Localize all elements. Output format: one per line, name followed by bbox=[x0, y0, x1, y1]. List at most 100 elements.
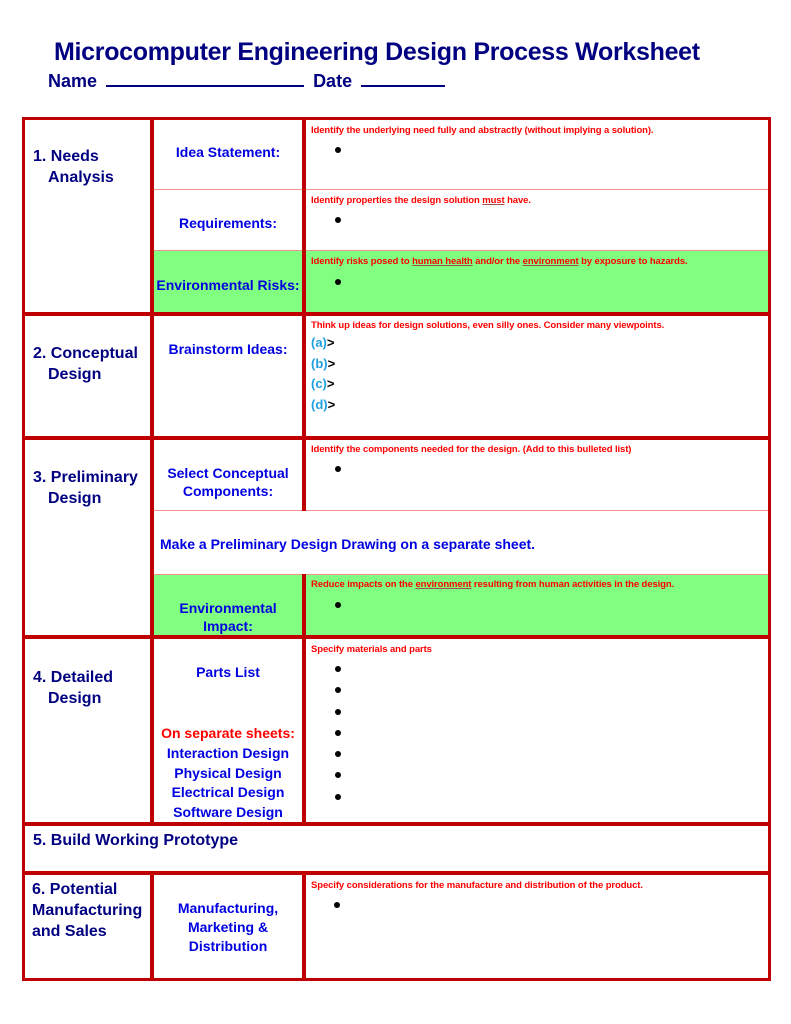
brainstorm-item-d[interactable]: (d)> bbox=[311, 395, 335, 416]
border bbox=[22, 978, 771, 981]
hint-text: by exposure to hazards. bbox=[578, 256, 688, 267]
label-line: Select Conceptual bbox=[167, 465, 289, 481]
label-line: Distribution bbox=[188, 938, 268, 954]
sheet-interaction-design: Interaction Design bbox=[166, 745, 290, 761]
sheet-software-design: Software Design bbox=[173, 803, 283, 820]
manufacturing-input[interactable] bbox=[345, 895, 760, 975]
brainstorm-item-a[interactable]: (a)> bbox=[311, 333, 335, 354]
idea-statement-hint: Identify the underlying need fully and a… bbox=[311, 125, 654, 136]
item-letter: (a) bbox=[311, 335, 327, 350]
label-line: Components: bbox=[182, 483, 274, 499]
brainstorm-ideas-label: Brainstorm Ideas: bbox=[168, 341, 288, 357]
components-hint: Identify the components needed for the d… bbox=[311, 444, 632, 455]
environmental-impact-input[interactable] bbox=[345, 595, 760, 633]
heading-line: Design bbox=[48, 366, 102, 383]
brainstorm-hint: Think up ideas for design solutions, eve… bbox=[311, 320, 665, 331]
hint-emphasis: environment bbox=[415, 579, 472, 590]
bullet-icon bbox=[335, 772, 341, 778]
date-field[interactable] bbox=[361, 69, 446, 87]
heading-line: Manufacturing bbox=[32, 902, 143, 919]
heading-line: Design bbox=[48, 690, 102, 707]
hint-text: resulting from human activities in the d… bbox=[471, 579, 675, 590]
environmental-risks-label: Environmental Risks: bbox=[156, 277, 300, 293]
sheet-physical-design: Physical Design bbox=[174, 764, 282, 781]
bullet-icon bbox=[335, 751, 341, 757]
requirements-hint: Identify properties the design solution … bbox=[311, 195, 531, 206]
heading-line: 6. Potential bbox=[32, 881, 118, 898]
idea-statement-label: Idea Statement: bbox=[175, 144, 281, 160]
date-label: Date bbox=[313, 71, 353, 91]
bullet-icon bbox=[335, 794, 341, 800]
bullet-icon bbox=[335, 602, 341, 608]
item-marker: > bbox=[326, 376, 335, 391]
border bbox=[22, 635, 771, 639]
bullet-icon bbox=[335, 217, 341, 223]
border bbox=[22, 436, 771, 440]
hint-emphasis: must bbox=[482, 195, 505, 206]
item-marker: > bbox=[327, 396, 336, 412]
border bbox=[302, 871, 306, 981]
divider bbox=[152, 510, 768, 511]
separate-sheets-label: On separate sheets: bbox=[161, 725, 295, 741]
hint-emphasis: environment bbox=[522, 256, 579, 267]
divider bbox=[152, 574, 768, 575]
bullet-icon bbox=[335, 147, 341, 153]
hint-text: Identify risks posed to bbox=[311, 256, 413, 267]
hint-text: have. bbox=[504, 195, 531, 206]
bullet-icon bbox=[335, 666, 341, 672]
item-letter: (b) bbox=[311, 355, 328, 371]
item-letter: (d) bbox=[311, 396, 328, 412]
item-marker: > bbox=[327, 355, 336, 371]
name-date-line: Name Date bbox=[48, 69, 449, 92]
label-line: Manufacturing, bbox=[177, 900, 279, 916]
separate-sheets-list: Interaction Design Physical Design Elect… bbox=[154, 744, 302, 822]
border bbox=[22, 871, 771, 875]
environmental-risks-hint: Identify risks posed to human health and… bbox=[311, 256, 688, 267]
brainstorm-item-c[interactable]: (c)> bbox=[311, 374, 335, 395]
heading-line: 4. Detailed bbox=[33, 669, 114, 686]
environmental-impact-label: Environmental Impact: bbox=[179, 600, 277, 634]
divider bbox=[152, 189, 768, 190]
bullet-icon bbox=[335, 466, 341, 472]
parts-hint: Specify materials and parts bbox=[311, 644, 432, 655]
hint-emphasis: human health bbox=[412, 256, 473, 267]
heading-line: 2. Conceptual bbox=[33, 345, 138, 362]
name-field[interactable] bbox=[106, 69, 305, 87]
preliminary-drawing-note: Make a Preliminary Design Drawing on a s… bbox=[160, 536, 536, 552]
heading-line: 1. Needs bbox=[33, 148, 99, 165]
sheet-electrical-design: Electrical Design bbox=[171, 784, 285, 800]
border bbox=[22, 117, 25, 981]
bullet-icon bbox=[335, 709, 341, 715]
hint-text: Reduce impacts on the bbox=[311, 579, 416, 590]
section-build-prototype-heading: 5. Build Working Prototype bbox=[33, 832, 239, 849]
parts-list-label: Parts List bbox=[196, 664, 260, 680]
heading-line: 3. Preliminary bbox=[33, 469, 138, 486]
idea-statement-input[interactable] bbox=[345, 140, 760, 185]
hint-text: and/or the bbox=[472, 256, 523, 267]
manufacturing-hint: Specify considerations for the manufactu… bbox=[311, 880, 643, 891]
bullet-icon bbox=[334, 902, 340, 908]
components-input[interactable] bbox=[345, 459, 760, 507]
requirements-input[interactable] bbox=[345, 210, 760, 248]
divider bbox=[152, 250, 768, 251]
parts-list-input[interactable] bbox=[345, 659, 760, 819]
border bbox=[768, 117, 771, 981]
bullet-icon bbox=[335, 730, 341, 736]
brainstorm-item-b[interactable]: (b)> bbox=[311, 354, 335, 375]
section-manufacturing-heading: 6. Potential Manufacturing and Sales bbox=[32, 879, 142, 942]
heading-line: Design bbox=[48, 490, 102, 507]
section-detailed-design-heading: 4. Detailed Design bbox=[33, 667, 113, 709]
bullet-icon bbox=[335, 279, 341, 285]
name-label: Name bbox=[48, 71, 98, 91]
item-letter: (c) bbox=[311, 376, 327, 391]
border bbox=[22, 822, 771, 826]
border bbox=[22, 312, 771, 316]
border bbox=[302, 117, 306, 511]
section-needs-analysis-heading: 1. Needs Analysis bbox=[33, 146, 114, 188]
environmental-risks-input[interactable] bbox=[345, 272, 760, 310]
heading-line: and Sales bbox=[32, 923, 107, 940]
manufacturing-label: Manufacturing, Marketing & Distribution bbox=[154, 899, 302, 956]
section-preliminary-design-heading: 3. Preliminary Design bbox=[33, 467, 138, 509]
page-title: Microcomputer Engineering Design Process… bbox=[54, 38, 700, 66]
select-components-label: Select Conceptual Components: bbox=[154, 464, 302, 500]
